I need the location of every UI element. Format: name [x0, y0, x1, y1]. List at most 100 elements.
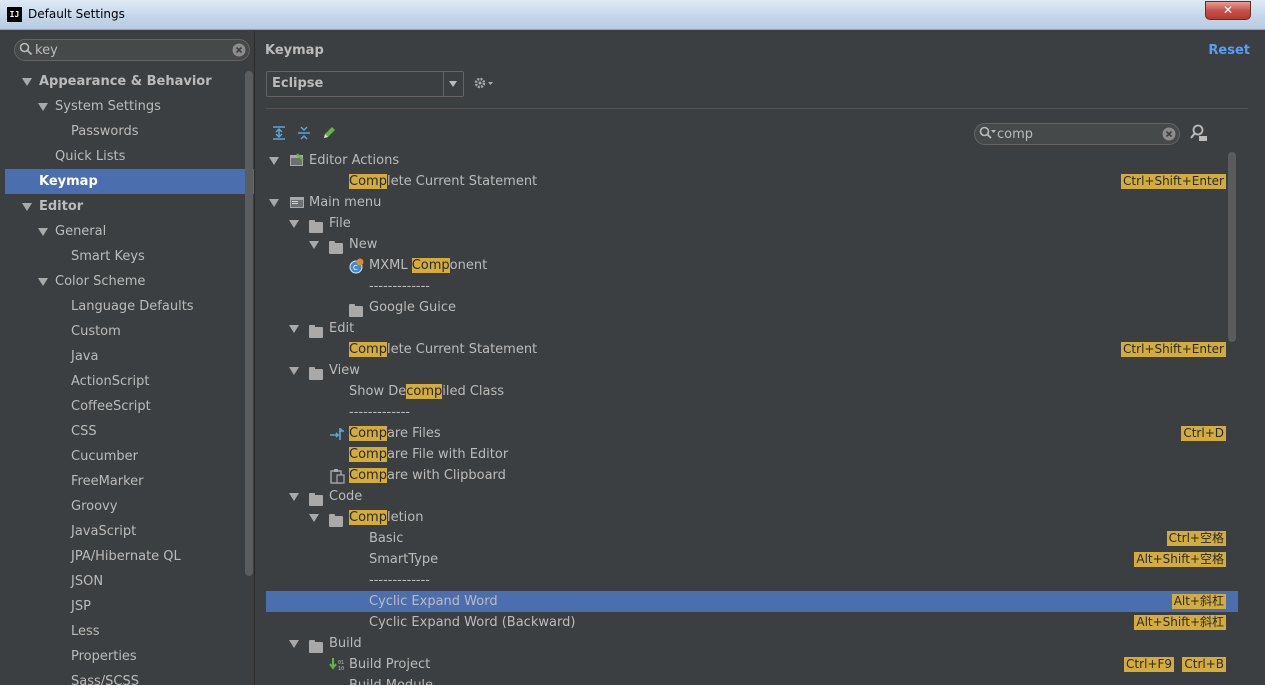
settings-search-input[interactable]: key: [14, 39, 250, 61]
sidebar-item-label: Less: [71, 624, 100, 639]
chevron-down-icon[interactable]: [38, 278, 48, 286]
chevron-down-icon[interactable]: [38, 228, 48, 236]
tree-row[interactable]: Main menu: [266, 192, 1238, 213]
tree-row[interactable]: Build: [266, 633, 1238, 654]
action-label-text: Show De: [349, 384, 407, 399]
sidebar-item-java[interactable]: Java: [5, 344, 254, 369]
keymap-filter-input[interactable]: comp: [974, 123, 1180, 145]
sidebar-item-jsp[interactable]: JSP: [5, 594, 254, 619]
sidebar-item-language-defaults[interactable]: Language Defaults: [5, 294, 254, 319]
sidebar-item-cucumber[interactable]: Cucumber: [5, 444, 254, 469]
sidebar-item-appearance-behavior[interactable]: Appearance & Behavior: [5, 69, 254, 94]
tree-scrollbar[interactable]: [1228, 152, 1236, 342]
sidebar-item-coffeescript[interactable]: CoffeeScript: [5, 394, 254, 419]
keymap-dropdown[interactable]: Eclipse: [266, 71, 464, 97]
sidebar-item-properties[interactable]: Properties: [5, 644, 254, 669]
action-label-text: Build Project: [349, 657, 431, 672]
tree-row[interactable]: Edit: [266, 318, 1238, 339]
tree-row[interactable]: C MXML Component: [266, 255, 1238, 276]
sidebar-item-general[interactable]: General: [5, 219, 254, 244]
action-label-text: -------------: [369, 573, 430, 588]
keymap-panel: Keymap Reset Eclipse comp Editor Actions…: [256, 31, 1258, 685]
sidebar-item-freemarker[interactable]: FreeMarker: [5, 469, 254, 494]
sidebar-item-jpa-hibernate-ql[interactable]: JPA/Hibernate QL: [5, 544, 254, 569]
clear-search-icon[interactable]: [232, 43, 246, 61]
tree-row[interactable]: Complete Current Statement Ctrl+Shift+Ent…: [266, 171, 1238, 192]
tree-row[interactable]: -------------: [266, 570, 1238, 591]
chevron-down-icon[interactable]: [22, 203, 32, 211]
tree-row[interactable]: New: [266, 234, 1238, 255]
tree-row[interactable]: Compare File with Editor: [266, 444, 1238, 465]
collapse-all-icon[interactable]: [296, 125, 312, 145]
clear-filter-icon[interactable]: [1162, 127, 1176, 145]
chevron-down-icon[interactable]: [269, 199, 279, 207]
sidebar-item-system-settings[interactable]: System Settings: [5, 94, 254, 119]
action-label: Compare with Clipboard: [349, 465, 506, 486]
tree-row[interactable]: 01 10 Build Project Ctrl+B Ctrl+F9: [266, 654, 1238, 675]
sidebar-item-quick-lists[interactable]: Quick Lists: [5, 144, 254, 169]
tree-row[interactable]: Compare Files Ctrl+D: [266, 423, 1238, 444]
action-label-text: are with Clipboard: [386, 468, 506, 483]
tree-row[interactable]: Editor Actions: [266, 150, 1238, 171]
chevron-down-icon[interactable]: [289, 220, 299, 228]
expand-all-icon[interactable]: [271, 125, 287, 145]
tree-row[interactable]: Compare with Clipboard: [266, 465, 1238, 486]
chevron-down-icon[interactable]: [443, 72, 463, 96]
chevron-down-icon[interactable]: [309, 514, 319, 522]
tree-row[interactable]: File: [266, 213, 1238, 234]
chevron-down-icon[interactable]: [289, 367, 299, 375]
gear-icon[interactable]: [473, 75, 495, 95]
chevron-down-icon[interactable]: [38, 103, 48, 111]
edit-pencil-icon[interactable]: [321, 125, 337, 145]
sidebar-item-smart-keys[interactable]: Smart Keys: [5, 244, 254, 269]
tree-row[interactable]: Cyclic Expand Word Alt+斜杠: [266, 591, 1238, 612]
chevron-down-icon[interactable]: [289, 493, 299, 501]
chevron-down-icon[interactable]: [289, 325, 299, 333]
sidebar-item-sass-scss[interactable]: Sass/SCSS: [5, 669, 254, 685]
tree-row[interactable]: -------------: [266, 276, 1238, 297]
chevron-down-icon[interactable]: [309, 241, 319, 249]
sidebar-item-css[interactable]: CSS: [5, 419, 254, 444]
close-button[interactable]: ✕: [1205, 1, 1251, 20]
sidebar-scrollbar[interactable]: [245, 71, 253, 576]
reset-link[interactable]: Reset: [1208, 43, 1250, 58]
sidebar-item-actionscript[interactable]: ActionScript: [5, 369, 254, 394]
tree-row[interactable]: -------------: [266, 402, 1238, 423]
sidebar-item-keymap[interactable]: Keymap: [5, 169, 254, 194]
tree-row[interactable]: Basic Ctrl+空格: [266, 528, 1238, 549]
settings-sidebar: key Appearance & Behavior System Settings…: [5, 31, 255, 685]
sidebar-item-json[interactable]: JSON: [5, 569, 254, 594]
action-label-text: Google Guice: [369, 300, 457, 315]
keymap-filter-value: comp: [997, 127, 1034, 142]
tree-row[interactable]: Google Guice: [266, 297, 1238, 318]
sidebar-item-editor[interactable]: Editor: [5, 194, 254, 219]
action-label-text: SmartType: [369, 552, 439, 567]
find-by-shortcut-icon[interactable]: [1190, 124, 1208, 146]
tree-row[interactable]: SmartType Alt+Shift+空格: [266, 549, 1238, 570]
shortcut-badge: Ctrl+D: [1181, 426, 1226, 441]
tree-row[interactable]: View: [266, 360, 1238, 381]
chevron-down-icon[interactable]: [289, 640, 299, 648]
tree-row[interactable]: Cyclic Expand Word (Backward) Alt+Shift+斜…: [266, 612, 1238, 633]
action-label: Complete Current Statement: [349, 339, 537, 360]
tree-row[interactable]: Completion: [266, 507, 1238, 528]
search-icon: [979, 126, 997, 144]
action-label-text: Editor Actions: [309, 153, 400, 168]
tree-row[interactable]: Show Decompiled Class: [266, 381, 1238, 402]
action-label-text: are File with Editor: [386, 447, 509, 462]
sidebar-item-color-scheme[interactable]: Color Scheme: [5, 269, 254, 294]
tree-row[interactable]: Build Module: [266, 675, 1238, 685]
tree-row[interactable]: Code: [266, 486, 1238, 507]
action-label-text: View: [329, 363, 360, 378]
sidebar-item-groovy[interactable]: Groovy: [5, 494, 254, 519]
sidebar-item-passwords[interactable]: Passwords: [5, 119, 254, 144]
chevron-down-icon[interactable]: [269, 157, 279, 165]
chevron-down-icon[interactable]: [22, 78, 32, 86]
sidebar-item-javascript[interactable]: JavaScript: [5, 519, 254, 544]
action-label: File: [329, 213, 351, 234]
sidebar-item-label: FreeMarker: [71, 474, 144, 489]
sidebar-item-label: Passwords: [71, 124, 139, 139]
tree-row[interactable]: Complete Current Statement Ctrl+Shift+Ent…: [266, 339, 1238, 360]
sidebar-item-less[interactable]: Less: [5, 619, 254, 644]
sidebar-item-custom[interactable]: Custom: [5, 319, 254, 344]
